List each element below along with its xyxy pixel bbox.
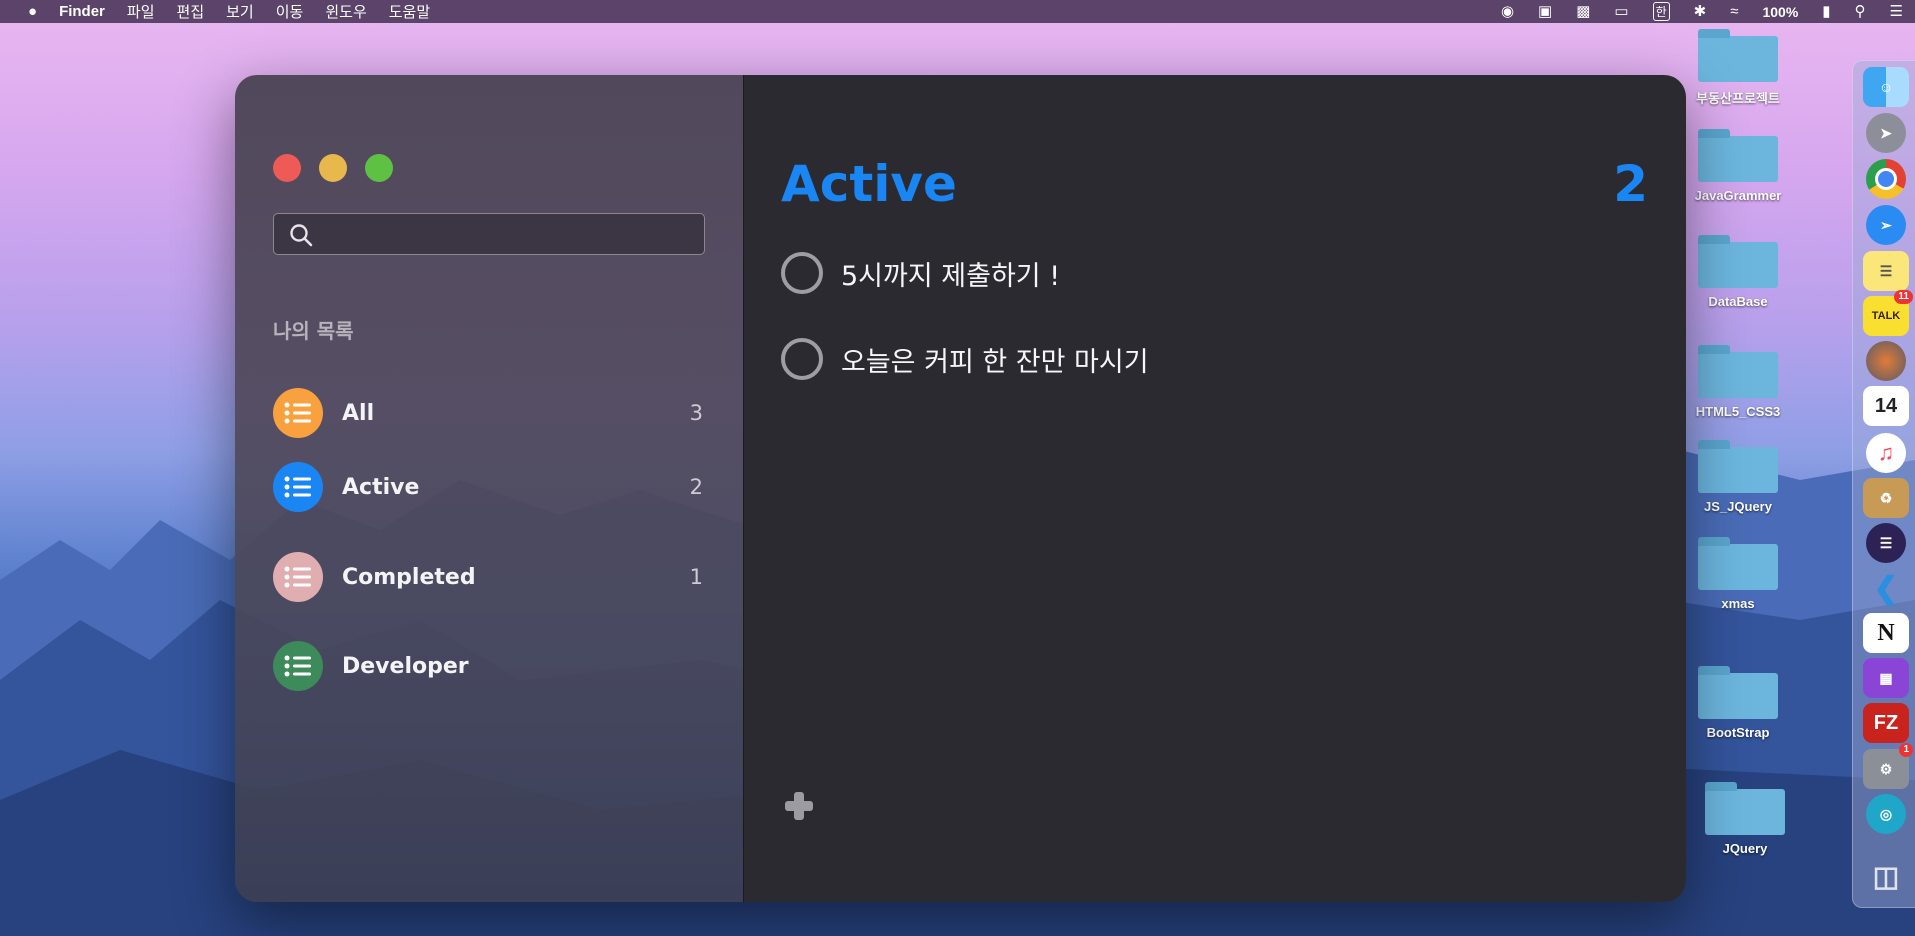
archive-utility-icon[interactable]: ♻ <box>1863 478 1909 518</box>
folder-icon <box>1698 29 1778 82</box>
docker-status-icon[interactable]: ▣ <box>1538 0 1552 23</box>
desktop-folder[interactable]: JavaGrammer <box>1683 129 1793 203</box>
list-icon <box>273 641 323 691</box>
folder-icon <box>1698 345 1778 398</box>
sidebar-item-label: Completed <box>342 564 476 590</box>
search-icon <box>290 224 313 247</box>
sidebar-item-count: 1 <box>689 565 703 589</box>
menu-help[interactable]: 도움말 <box>389 1 430 22</box>
spotlight-search-icon[interactable]: ⚲ <box>1855 0 1866 23</box>
list-item-count: 2 <box>1613 155 1648 213</box>
battery-percentage[interactable]: 100% <box>1762 4 1798 20</box>
desktop-folder[interactable]: HTML5_CSS3 <box>1683 345 1793 419</box>
main-panel: Active 2 5시까지 제출하기 ! 오늘은 커피 한 잔만 마시기 <box>744 75 1686 902</box>
input-method-indicator[interactable]: 한 <box>1652 2 1670 21</box>
folder-icon <box>1705 782 1785 835</box>
todo-item: 오늘은 커피 한 잔만 마시기 <box>781 338 1149 380</box>
filezilla-icon[interactable]: FZ <box>1863 703 1909 743</box>
kakaotalk-icon[interactable]: TALK 11 <box>1863 290 1913 336</box>
search-box <box>273 213 705 255</box>
notes-icon[interactable]: ☰ <box>1863 251 1909 291</box>
video-call-icon[interactable]: ◎ <box>1866 794 1906 834</box>
todo-text[interactable]: 5시까지 제출하기 ! <box>841 254 1060 293</box>
menu-app-finder[interactable]: Finder <box>59 3 105 20</box>
chrome-icon[interactable] <box>1866 159 1906 199</box>
folder-icon <box>1698 129 1778 182</box>
calendar-icon[interactable]: 14 <box>1863 386 1909 426</box>
sidebar-item-label: All <box>342 400 375 426</box>
dock: ☺ ➤ ➢ ☰ TALK 11 14 ♫ ♻ ☰ ❮ N ▦ FZ ⚙ 1 ◎ ◫ <box>1852 60 1915 908</box>
desktop-folder[interactable]: 부동산프로젝트 <box>1683 29 1793 107</box>
eclipse-icon[interactable]: ☰ <box>1866 523 1906 563</box>
sidebar-item-all[interactable]: All 3 <box>273 387 703 439</box>
folder-icon <box>1698 235 1778 288</box>
desktop-folder[interactable]: DataBase <box>1683 235 1793 309</box>
menu-go[interactable]: 이동 <box>276 1 304 22</box>
apple-menu-icon[interactable]: ● <box>28 0 37 23</box>
desktop-folder[interactable]: xmas <box>1683 537 1793 611</box>
todo-checkbox[interactable] <box>781 338 823 380</box>
folder-icon <box>1698 537 1778 590</box>
sidebar-item-count: 3 <box>689 401 703 425</box>
music-icon[interactable]: ♫ <box>1866 433 1906 473</box>
sidebar-item-label: Active <box>342 474 420 500</box>
safari-icon[interactable]: ➢ <box>1866 205 1906 245</box>
sidebar-item-active[interactable]: Active 2 <box>273 461 703 513</box>
vscode-icon[interactable]: ❮ <box>1863 568 1909 608</box>
list-icon <box>273 388 323 438</box>
menu-bar: ● Finder 파일 편집 보기 이동 윈도우 도움말 ◉ ▣ ▩ ▭ 한 ✱… <box>0 0 1915 23</box>
notion-icon[interactable]: N <box>1863 613 1909 653</box>
display-status-icon[interactable]: ▭ <box>1614 0 1628 23</box>
minimize-window-button[interactable] <box>319 154 347 182</box>
menu-file[interactable]: 파일 <box>127 1 155 22</box>
maximize-window-button[interactable] <box>365 154 393 182</box>
battery-icon[interactable]: ▮ <box>1822 0 1830 23</box>
window-controls <box>273 154 393 182</box>
close-window-button[interactable] <box>273 154 301 182</box>
finder-icon[interactable]: ☺ <box>1863 67 1909 107</box>
sidebar-item-completed[interactable]: Completed 1 <box>273 551 703 603</box>
control-center-icon[interactable]: ☰ <box>1890 0 1903 23</box>
trash-icon[interactable]: ◫ <box>1863 856 1909 896</box>
folder-icon <box>1698 666 1778 719</box>
menu-edit[interactable]: 편집 <box>177 1 205 22</box>
launchpad-icon[interactable]: ➤ <box>1866 113 1906 153</box>
list-icon <box>273 462 323 512</box>
todo-checkbox[interactable] <box>781 252 823 294</box>
list-title: Active <box>781 155 957 213</box>
plus-icon[interactable] <box>782 789 816 823</box>
todo-item: 5시까지 제출하기 ! <box>781 252 1060 294</box>
system-preferences-badge: 1 <box>1899 743 1913 757</box>
sidebar-item-count: 2 <box>689 475 703 499</box>
sidebar: 나의 목록 All 3 Active 2 Completed 1 Develop… <box>235 75 744 902</box>
folder-icon <box>1698 440 1778 493</box>
system-preferences-icon[interactable]: ⚙ 1 <box>1863 743 1913 789</box>
todo-text[interactable]: 오늘은 커피 한 잔만 마시기 <box>841 340 1149 379</box>
list-icon <box>273 552 323 602</box>
my-lists-heading: 나의 목록 <box>273 319 354 343</box>
bluetooth-icon[interactable]: ✱ <box>1694 0 1707 23</box>
menu-view[interactable]: 보기 <box>226 1 254 22</box>
reminders-window: 나의 목록 All 3 Active 2 Completed 1 Develop… <box>235 75 1686 902</box>
menu-window[interactable]: 윈도우 <box>325 1 366 22</box>
sidebar-item-label: Developer <box>342 653 469 679</box>
database-app-icon[interactable]: ▦ <box>1863 658 1909 698</box>
kakaotalk-badge: 11 <box>1894 290 1913 304</box>
notification-status-icon[interactable]: ◉ <box>1501 0 1514 23</box>
search-input[interactable] <box>326 219 690 251</box>
window-layout-icon[interactable]: ▩ <box>1576 0 1590 23</box>
desktop-folder[interactable]: BootStrap <box>1683 666 1793 740</box>
desktop-folder[interactable]: JQuery <box>1690 782 1800 856</box>
wifi-icon[interactable]: ≈ <box>1730 0 1738 23</box>
sidebar-item-developer[interactable]: Developer <box>273 640 703 692</box>
desktop-folder[interactable]: JS_JQuery <box>1683 440 1793 514</box>
photo-app-icon[interactable] <box>1866 341 1906 381</box>
